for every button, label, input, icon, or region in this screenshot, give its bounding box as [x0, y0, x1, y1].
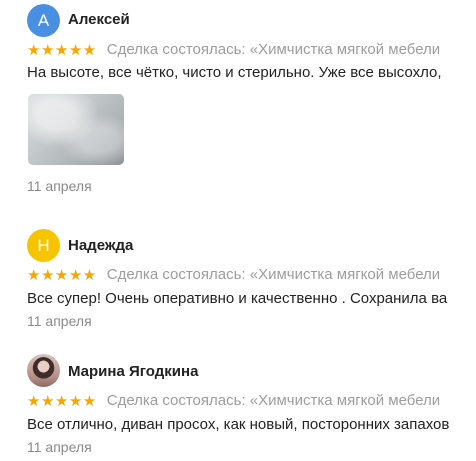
review-meta: ★★★★★ Сделка состоялась: «Химчистка мягко… [27, 266, 476, 284]
review-author[interactable]: Марина Ягодкина [68, 363, 198, 380]
rating-stars: ★★★★★ [27, 393, 97, 410]
avatar[interactable]: А [27, 4, 60, 37]
review-text: Все супер! Очень оперативно и качественн… [27, 290, 448, 307]
review-author[interactable]: Надежда [68, 237, 133, 254]
deal-status: Сделка состоялась: «Химчистка мягкой меб… [106, 41, 441, 58]
review-author[interactable]: Алексей [68, 11, 130, 28]
review-text: На высоте, все чётко, чисто и стерильно.… [27, 64, 442, 81]
review-date: 11 апреля [27, 313, 92, 329]
deal-status: Сделка состоялась: «Химчистка мягкой меб… [106, 266, 441, 283]
rating-stars: ★★★★★ [27, 267, 97, 284]
deal-status: Сделка состоялась: «Химчистка мягкой меб… [106, 392, 441, 409]
rating-stars: ★★★★★ [27, 42, 97, 59]
avatar[interactable] [27, 354, 60, 387]
avatar[interactable]: Н [27, 229, 60, 262]
review-meta: ★★★★★ Сделка состоялась: «Химчистка мягко… [27, 392, 476, 410]
review-date: 11 апреля [27, 439, 92, 455]
review-meta: ★★★★★ Сделка состоялась: «Химчистка мягко… [27, 41, 476, 59]
review-text: Все отлично, диван просох, как новый, по… [27, 416, 450, 433]
review-date: 11 апреля [27, 178, 92, 194]
review-photo[interactable] [28, 94, 124, 165]
